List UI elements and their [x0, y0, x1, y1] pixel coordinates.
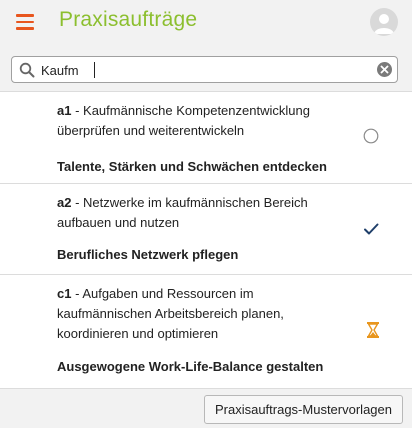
item-goal: Talente, Stärken und Schwächen entdecken — [57, 159, 327, 174]
item-code: a2 — [57, 195, 72, 210]
checkmark-icon — [364, 223, 379, 235]
hourglass-icon — [367, 322, 379, 338]
user-avatar-icon[interactable] — [370, 8, 398, 36]
list-item[interactable]: a2 - Netzwerke im kaufmännischen Bereich… — [0, 184, 412, 275]
templates-button[interactable]: Praxisauftrags-Mustervorlagen — [203, 395, 403, 424]
item-description: a1 - Kaufmännische Kompetenzentwicklung … — [57, 103, 310, 138]
item-description-text: Aufgaben und Ressourcen im kaufmännische… — [57, 286, 284, 341]
assignment-list: a1 - Kaufmännische Kompetenzentwicklung … — [0, 92, 412, 388]
item-description: a2 - Netzwerke im kaufmännischen Bereich… — [57, 195, 308, 230]
empty-circle-icon — [363, 128, 379, 144]
text-caret — [94, 62, 95, 78]
footer-bar: Praxisauftrags-Mustervorlagen — [0, 388, 412, 428]
clear-icon[interactable] — [377, 62, 392, 77]
hamburger-menu-icon[interactable] — [16, 14, 34, 30]
app-header: Praxisaufträge — [0, 0, 412, 44]
item-code: a1 — [57, 103, 72, 118]
search-box — [11, 56, 398, 83]
item-goal: Ausgewogene Work-Life-Balance gestalten — [57, 359, 324, 374]
item-description-text: Kaufmännische Kompetenzentwicklung überp… — [57, 103, 310, 138]
page-title: Praxisaufträge — [59, 8, 198, 31]
item-code: c1 — [57, 286, 72, 301]
item-description-text: Netzwerke im kaufmännischen Bereich aufb… — [57, 195, 308, 230]
search-icon — [19, 62, 35, 78]
search-input[interactable] — [41, 60, 361, 80]
search-bar — [0, 44, 412, 92]
list-item[interactable]: a1 - Kaufmännische Kompetenzentwicklung … — [0, 92, 412, 184]
item-description: c1 - Aufgaben und Ressourcen im kaufmänn… — [57, 286, 284, 341]
list-item[interactable]: c1 - Aufgaben und Ressourcen im kaufmänn… — [0, 275, 412, 388]
item-goal: Berufliches Netzwerk pflegen — [57, 247, 239, 262]
